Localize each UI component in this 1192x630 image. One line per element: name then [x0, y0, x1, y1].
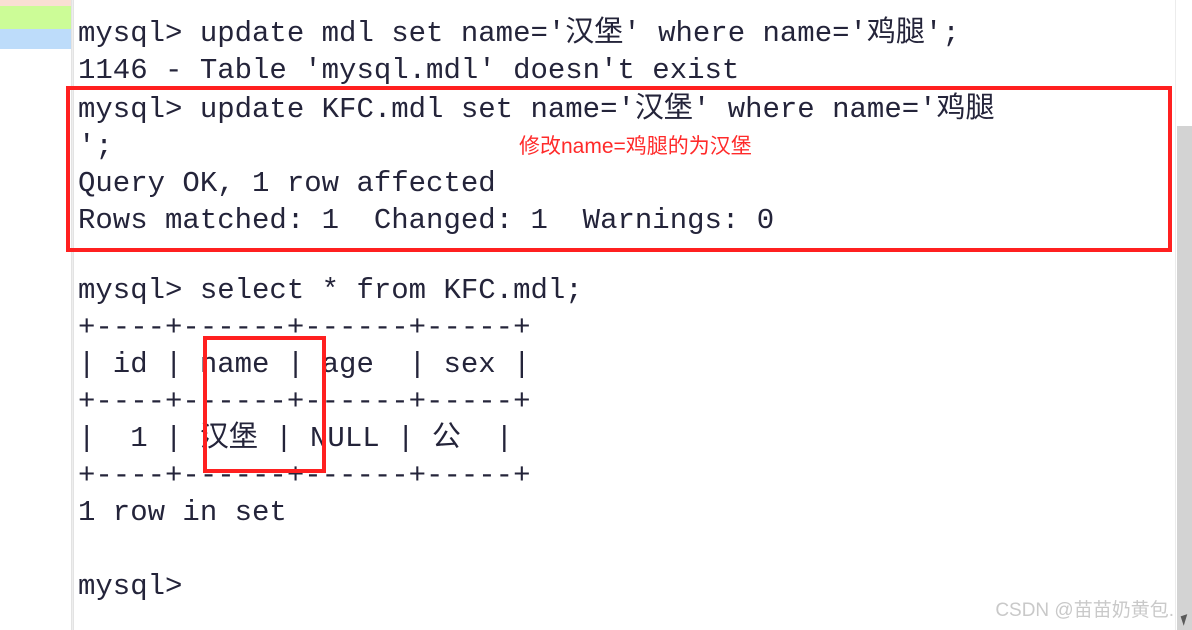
terminal-line: mysql> select * from KFC.mdl; — [78, 274, 583, 307]
terminal-line: 1 row in set — [78, 496, 287, 529]
terminal-line: | id | name | age | sex | — [78, 348, 531, 381]
csdn-watermark: CSDN @苗苗奶黄包. — [995, 600, 1174, 621]
terminal-line: +----+------+------+-----+ — [78, 385, 531, 418]
terminal-line: '; — [78, 130, 113, 163]
annotation-note: 修改name=鸡腿的为汉堡 — [519, 135, 752, 158]
terminal-line: mysql> update KFC.mdl set name='汉堡' wher… — [78, 93, 995, 126]
left-gutter-divider — [71, 0, 74, 630]
terminal-line: Query OK, 1 row affected — [78, 167, 496, 200]
scrollbar-thumb[interactable] — [1177, 126, 1192, 630]
terminal-line: 1146 - Table 'mysql.mdl' doesn't exist — [78, 54, 740, 87]
vertical-scrollbar[interactable] — [1175, 0, 1192, 630]
terminal-line: +----+------+------+-----+ — [78, 311, 531, 344]
highlight-band-blue — [0, 29, 73, 49]
highlight-band-green — [0, 6, 73, 29]
terminal-line: mysql> — [78, 570, 183, 603]
screenshot-root: mysql> update mdl set name='汉堡' where na… — [0, 0, 1192, 630]
terminal-line: +----+------+------+-----+ — [78, 459, 531, 492]
terminal-line: mysql> update mdl set name='汉堡' where na… — [78, 17, 960, 50]
terminal-line: | 1 | 汉堡 | NULL | 公 | — [78, 422, 514, 455]
terminal-line: Rows matched: 1 Changed: 1 Warnings: 0 — [78, 204, 775, 237]
